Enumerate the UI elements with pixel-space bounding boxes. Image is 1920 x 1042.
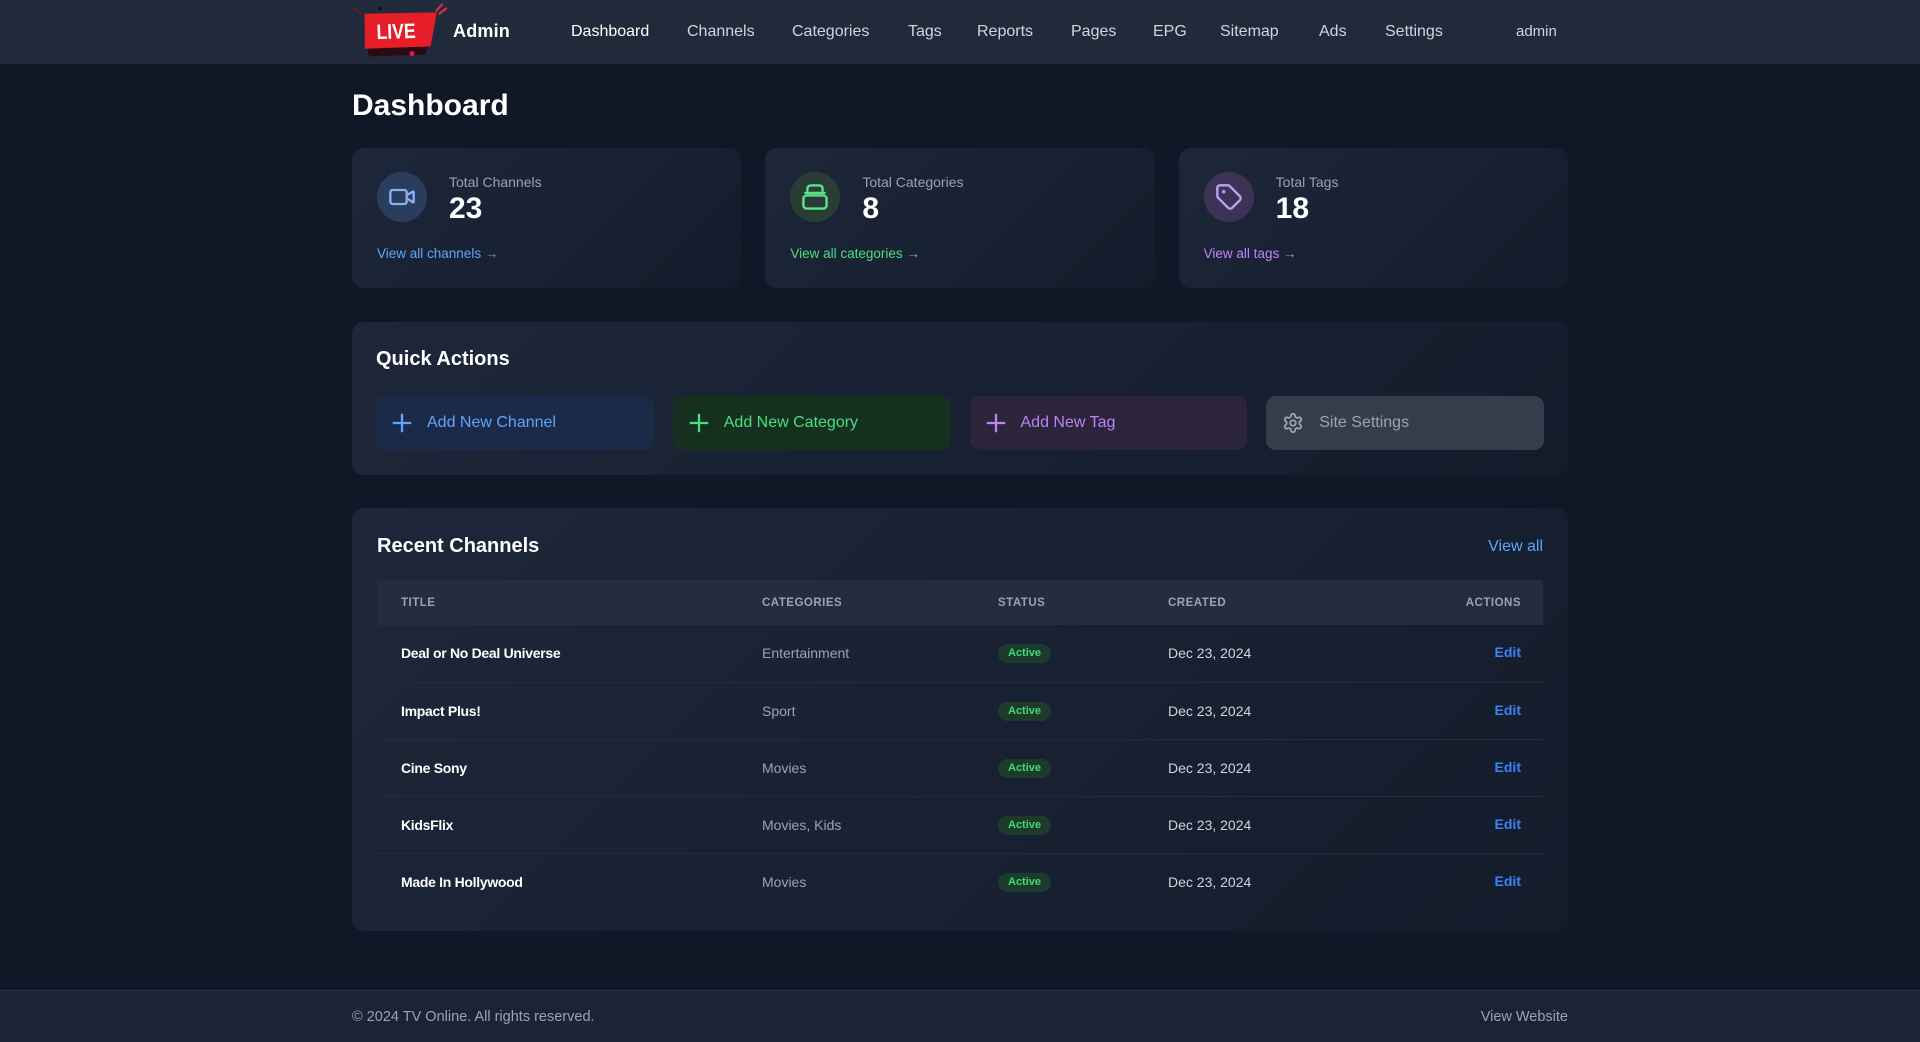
- svg-text:LIVE: LIVE: [376, 19, 416, 44]
